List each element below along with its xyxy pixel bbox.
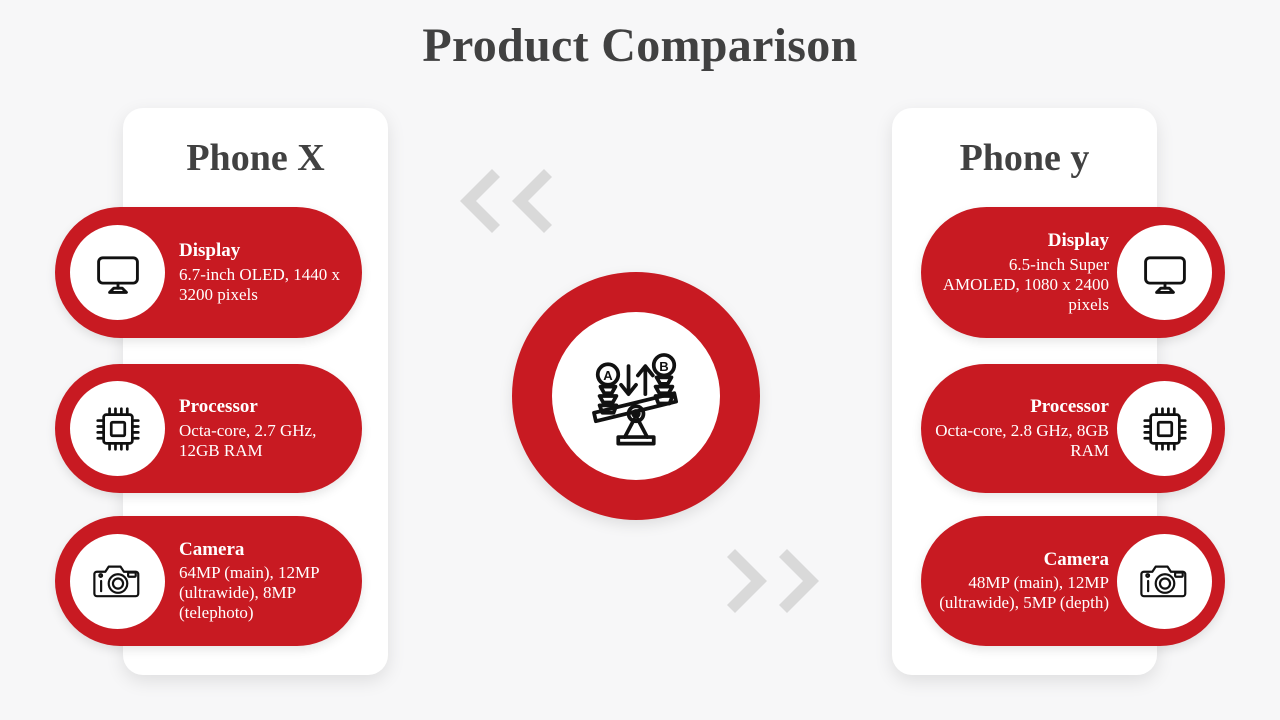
spec-pill-right-processor[interactable]: Processor Octa-core, 2.8 GHz, 8GB RAM bbox=[921, 364, 1225, 493]
display-monitor-icon bbox=[1117, 225, 1212, 320]
token-label-b: B bbox=[659, 359, 668, 374]
spec-label: Processor bbox=[179, 396, 258, 418]
spec-pill-right-display[interactable]: Display 6.5-inch Super AMOLED, 1080 x 24… bbox=[921, 207, 1225, 338]
spec-label: Processor bbox=[1030, 396, 1109, 418]
spec-pill-left-camera[interactable]: Camera 64MP (main), 12MP (ultrawide), 8M… bbox=[55, 516, 362, 646]
spec-text-right-display: Display 6.5-inch Super AMOLED, 1080 x 24… bbox=[921, 230, 1117, 315]
spec-value: 64MP (main), 12MP (ultrawide), 8MP (tele… bbox=[179, 563, 319, 623]
center-emblem-ring: A B bbox=[512, 272, 760, 520]
spec-value: Octa-core, 2.7 GHz, 12GB RAM bbox=[179, 420, 317, 460]
spec-text-left-processor: Processor Octa-core, 2.7 GHz, 12GB RAM bbox=[165, 396, 362, 461]
display-monitor-icon bbox=[70, 225, 165, 320]
balance-scale-comparison-icon: A B bbox=[592, 353, 678, 446]
spec-pill-left-display[interactable]: Display 6.7-inch OLED, 1440 x 3200 pixel… bbox=[55, 207, 362, 338]
chevron-double-left-icon bbox=[448, 165, 552, 237]
spec-text-right-camera: Camera 48MP (main), 12MP (ultrawide), 5M… bbox=[921, 549, 1117, 614]
product-name-left: Phone X bbox=[186, 137, 325, 179]
spec-text-right-processor: Processor Octa-core, 2.8 GHz, 8GB RAM bbox=[921, 396, 1117, 461]
camera-icon bbox=[70, 533, 165, 629]
product-name-right: Phone y bbox=[959, 137, 1090, 179]
spec-value: 6.7-inch OLED, 1440 x 3200 pixels bbox=[179, 264, 341, 304]
spec-label: Camera bbox=[179, 538, 245, 560]
spec-value: 6.5-inch Super AMOLED, 1080 x 2400 pixel… bbox=[942, 254, 1109, 314]
spec-label: Camera bbox=[1043, 548, 1109, 570]
token-label-a: A bbox=[603, 368, 613, 383]
spec-label: Display bbox=[1047, 230, 1109, 251]
slide-canvas: Product Comparison Phone X Display 6.7-i… bbox=[0, 0, 1280, 720]
processor-chip-icon bbox=[70, 381, 165, 476]
spec-label: Display bbox=[179, 240, 241, 262]
camera-icon bbox=[1117, 533, 1212, 629]
spec-pill-right-camera[interactable]: Camera 48MP (main), 12MP (ultrawide), 5M… bbox=[921, 516, 1225, 646]
processor-chip-icon bbox=[1117, 381, 1212, 476]
spec-value: 48MP (main), 12MP (ultrawide), 5MP (dept… bbox=[939, 573, 1109, 613]
page-title: Product Comparison bbox=[422, 19, 858, 72]
spec-text-left-display: Display 6.7-inch OLED, 1440 x 3200 pixel… bbox=[165, 240, 362, 305]
spec-text-left-camera: Camera 64MP (main), 12MP (ultrawide), 8M… bbox=[165, 539, 362, 624]
chevron-double-right-icon bbox=[727, 545, 831, 617]
center-emblem-inner: A B bbox=[552, 312, 720, 480]
spec-pill-left-processor[interactable]: Processor Octa-core, 2.7 GHz, 12GB RAM bbox=[55, 364, 362, 493]
spec-value: Octa-core, 2.8 GHz, 8GB RAM bbox=[935, 420, 1109, 460]
